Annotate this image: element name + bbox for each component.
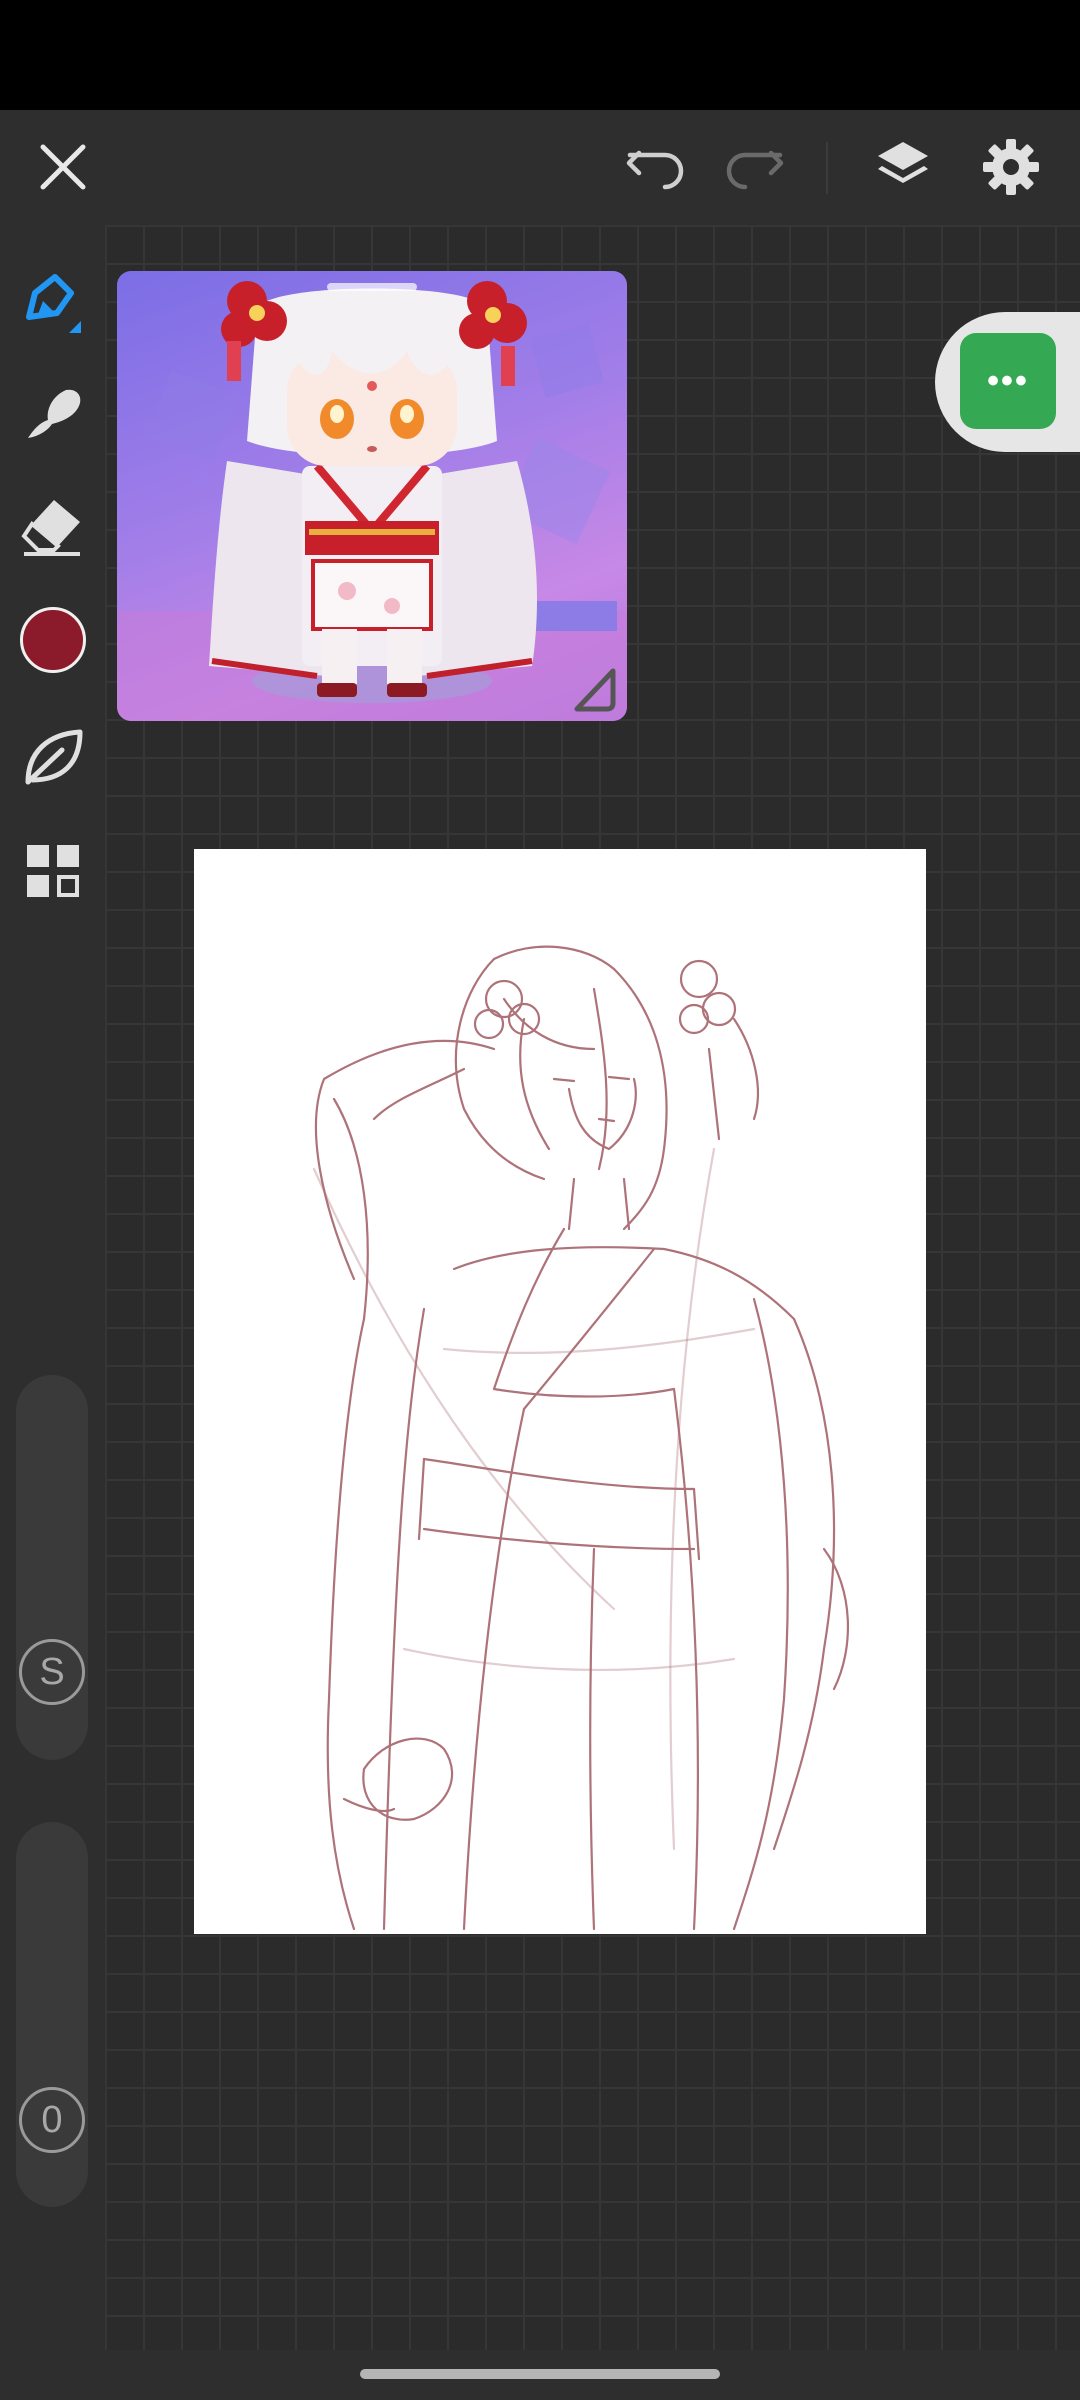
reference-image-panel[interactable] (117, 271, 627, 721)
reference-image (117, 281, 627, 721)
close-icon (40, 144, 86, 190)
layers-icon (878, 142, 928, 183)
status-bar (0, 0, 1080, 110)
grid-icon (27, 845, 79, 897)
opacity-knob[interactable]: 0 (19, 2087, 85, 2153)
sketch-drawing (312, 945, 850, 1931)
home-indicator[interactable] (360, 2369, 720, 2379)
opacity-slider[interactable]: 0 (16, 1822, 88, 2207)
close-button[interactable] (18, 122, 108, 212)
eraser-tool-button[interactable] (8, 482, 98, 572)
resize-handle-icon[interactable] (569, 663, 621, 715)
pencil-icon (26, 274, 81, 333)
gallery-button[interactable] (8, 826, 98, 916)
gear-icon (983, 139, 1039, 195)
undo-button[interactable] (612, 122, 702, 212)
hair-flower-left (221, 281, 287, 347)
current-color-swatch (20, 607, 86, 673)
brush-tool-button[interactable] (8, 368, 98, 458)
undo-icon (626, 150, 684, 190)
drawing-canvas[interactable] (194, 849, 926, 1934)
brush-size-slider[interactable]: S (16, 1375, 88, 1760)
opacity-label: 0 (41, 2098, 63, 2141)
toolbar-divider (826, 142, 828, 194)
hair-flower-right (459, 281, 527, 349)
settings-button[interactable] (966, 122, 1056, 212)
more-options-button[interactable]: ••• (960, 333, 1056, 429)
brush-icon (28, 389, 81, 438)
brush-size-knob[interactable]: S (19, 1639, 85, 1705)
redo-icon (726, 150, 784, 190)
tool-sidebar: S 0 (0, 225, 105, 2350)
brush-size-label: S (39, 1650, 65, 1693)
layers-button[interactable] (858, 122, 948, 212)
more-options-label: ••• (987, 361, 1029, 400)
redo-button[interactable] (708, 122, 798, 212)
leaf-icon (25, 729, 83, 785)
eraser-icon (21, 500, 80, 556)
color-picker-button[interactable] (8, 595, 98, 685)
top-toolbar (0, 110, 1080, 225)
pencil-tool-button[interactable] (8, 256, 98, 346)
leaf-brush-button[interactable] (8, 712, 98, 802)
reference-drag-handle[interactable] (327, 283, 417, 291)
